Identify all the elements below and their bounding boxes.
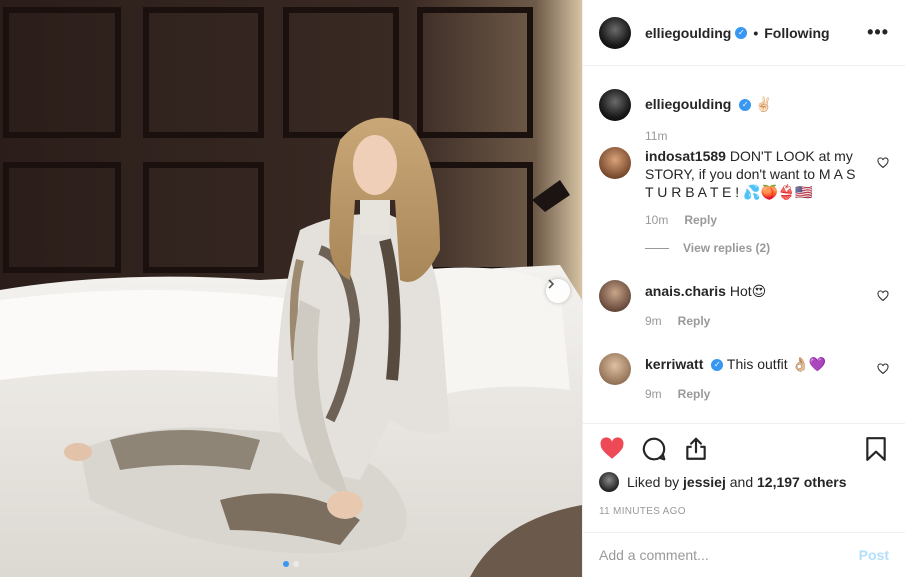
view-replies-label: View replies (2): [683, 241, 771, 255]
post-sidebar: elliegoulding ✓ • Following ••• elliegou…: [582, 0, 905, 577]
caption-time: 11m: [645, 129, 668, 143]
like-comment-heart-icon[interactable]: [877, 363, 889, 375]
comment-row: indosat1589 DON'T LOOK at my STORY, if y…: [599, 147, 889, 257]
share-icon[interactable]: [683, 436, 709, 462]
caption-username[interactable]: elliegoulding: [645, 96, 731, 112]
carousel-dot: [283, 561, 289, 567]
add-comment-bar: Post: [583, 532, 905, 577]
verified-badge-icon: ✓: [711, 359, 724, 372]
comment-time: 9m: [645, 387, 662, 401]
commenter-avatar[interactable]: [599, 353, 631, 385]
likes-summary: Liked by jessiej and 12,197 others: [599, 472, 847, 492]
verified-badge-icon: ✓: [735, 26, 748, 39]
view-replies-button[interactable]: View replies (2): [645, 239, 863, 257]
action-bar: [583, 423, 905, 473]
following-button[interactable]: Following: [764, 25, 829, 41]
comment-username[interactable]: indosat1589: [645, 148, 726, 164]
comment-username[interactable]: kerriwatt: [645, 356, 703, 372]
bookmark-icon[interactable]: [863, 436, 889, 462]
like-comment-heart-icon[interactable]: [877, 290, 889, 302]
carousel-dot: [293, 561, 299, 567]
caption-avatar[interactable]: [599, 89, 631, 121]
comment-time: 10m: [645, 213, 669, 227]
carousel-dots: [0, 561, 582, 567]
liker-username[interactable]: jessiej: [683, 474, 726, 490]
post-header: elliegoulding ✓ • Following •••: [583, 0, 905, 66]
post-timestamp: 11 MINUTES AGO: [599, 506, 686, 517]
comment-time: 9m: [645, 314, 662, 328]
carousel-next-button[interactable]: [546, 279, 570, 303]
comment-text: This outfit 👌🏼💜: [726, 356, 827, 372]
likes-conj: and: [729, 474, 754, 490]
post-comment-button[interactable]: Post: [859, 547, 889, 563]
caption-text: ✌🏻: [755, 96, 773, 112]
post-photo[interactable]: [0, 0, 582, 577]
heart-filled-icon[interactable]: [599, 436, 625, 462]
comment-text: Hot😍: [729, 283, 767, 299]
verified-badge-icon: ✓: [739, 99, 752, 112]
more-options-icon[interactable]: •••: [867, 22, 889, 43]
post-modal: elliegoulding ✓ • Following ••• elliegou…: [0, 0, 905, 577]
comments-list: elliegoulding ✓ ✌🏻 11m indosat1589 DON'T…: [583, 67, 905, 423]
commenter-avatar[interactable]: [599, 147, 631, 179]
reply-button[interactable]: Reply: [678, 385, 711, 403]
reply-button[interactable]: Reply: [684, 211, 717, 229]
chevron-right-icon: [548, 279, 555, 289]
replies-divider: [645, 247, 669, 249]
likes-prefix: Liked by: [627, 474, 680, 490]
author-username[interactable]: elliegoulding: [645, 25, 731, 41]
author-avatar[interactable]: [599, 16, 631, 49]
reply-button[interactable]: Reply: [678, 312, 711, 330]
caption-row: elliegoulding ✓ ✌🏻 11m: [599, 89, 889, 145]
comment-row: kerriwatt ✓ This outfit 👌🏼💜 9m Reply: [599, 353, 889, 403]
comment-row: anais.charis Hot😍 9m Reply: [599, 280, 889, 330]
comment-username[interactable]: anais.charis: [645, 283, 726, 299]
liker-avatar[interactable]: [599, 472, 619, 492]
commenter-avatar[interactable]: [599, 280, 631, 312]
photo-illustration: [0, 0, 582, 577]
follow-separator: •: [753, 24, 759, 41]
comment-bubble-icon[interactable]: [641, 436, 667, 462]
like-comment-heart-icon[interactable]: [877, 157, 889, 169]
likes-others-link[interactable]: 12,197 others: [757, 474, 847, 490]
comment-input[interactable]: [599, 547, 859, 563]
